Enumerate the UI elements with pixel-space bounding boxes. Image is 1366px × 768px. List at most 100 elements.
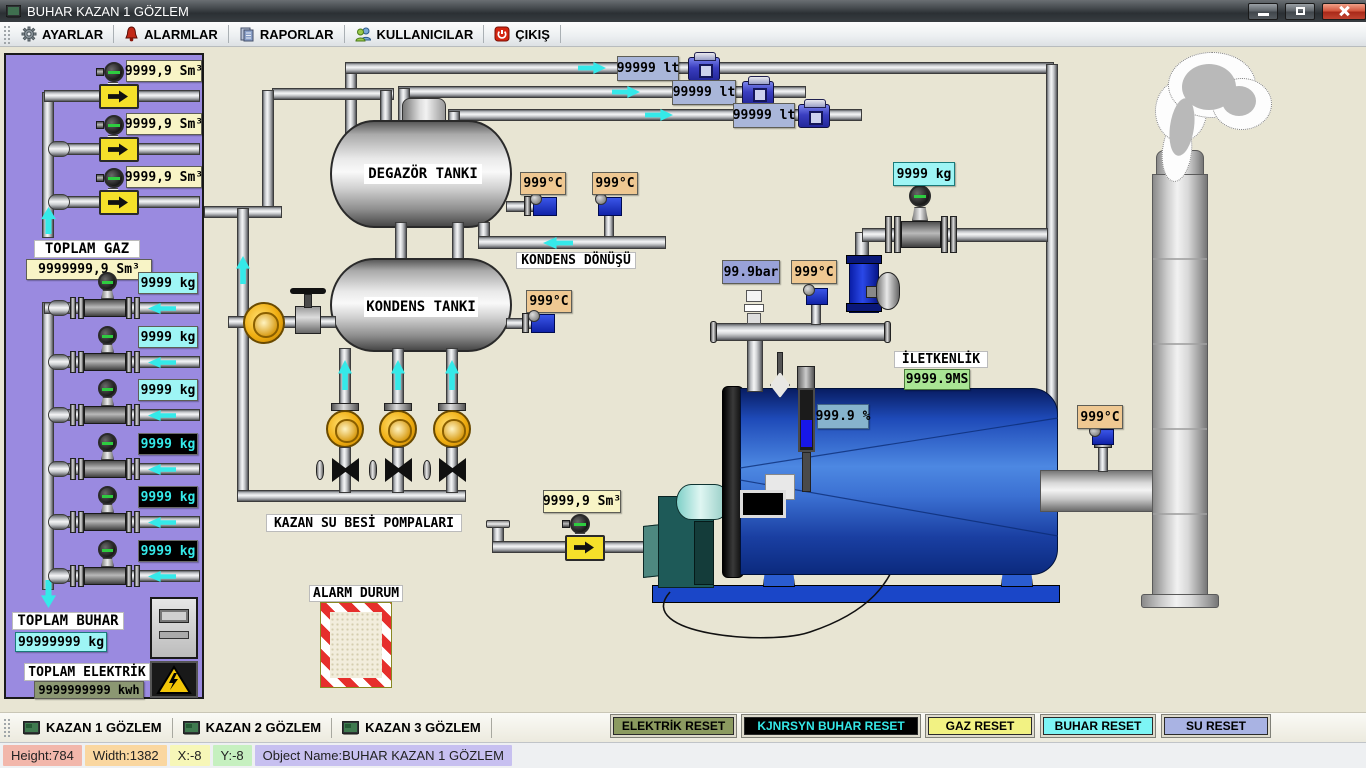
gas-meter-connector xyxy=(96,68,104,76)
status-object-name: Object Name:BUHAR KAZAN 1 GÖZLEM xyxy=(255,745,512,766)
toplam-gaz-label: TOPLAM GAZ xyxy=(34,240,140,258)
screen-icon xyxy=(23,721,40,735)
header-cap xyxy=(710,321,717,343)
water-flow-value: 99999 lt xyxy=(617,56,679,81)
tab-label: KAZAN 3 GÖZLEM xyxy=(365,720,481,735)
steam-flow-meter xyxy=(901,221,941,248)
water-meter xyxy=(742,81,774,105)
burner-window xyxy=(740,490,786,518)
elektrik-reset-button[interactable]: ELEKTRİK RESET xyxy=(610,714,737,738)
menu-item-kullanicilar[interactable]: KULLANICILAR xyxy=(347,24,482,44)
flue-duct xyxy=(1040,470,1154,512)
pipe xyxy=(42,302,54,590)
scada-screen: BUHAR KAZAN 1 GÖZLEM AYARLAR ALARMLAR RA… xyxy=(0,0,1366,768)
gas-meter-gauge xyxy=(570,514,590,534)
window-title: BUHAR KAZAN 1 GÖZLEM xyxy=(27,4,189,19)
alarm-status-frame xyxy=(320,602,392,688)
valve-handwheel xyxy=(316,460,324,480)
close-button[interactable] xyxy=(1322,3,1366,20)
su-reset-button[interactable]: SU RESET xyxy=(1161,714,1271,738)
pipe xyxy=(395,222,407,262)
valve-handle xyxy=(290,288,326,294)
buhar-reset-button[interactable]: BUHAR RESET xyxy=(1040,714,1156,738)
tab-kazan-2-gozlem[interactable]: KAZAN 2 GÖZLEM xyxy=(173,716,332,740)
level-gauge-fill xyxy=(801,420,812,447)
menu-bar: AYARLAR ALARMLAR RAPORLAR KULLANICILAR Ç… xyxy=(0,22,1366,47)
pipe xyxy=(452,222,464,262)
maximize-button[interactable] xyxy=(1285,3,1315,20)
pipe xyxy=(604,214,614,238)
status-height: Height:784 xyxy=(3,745,82,766)
valve-handwheel xyxy=(423,460,431,480)
steam-pressure-value: 99.9bar xyxy=(722,260,780,284)
kondens-pump xyxy=(243,302,285,344)
level-gauge-tube xyxy=(798,388,815,452)
menu-item-alarmlar[interactable]: ALARMLAR xyxy=(116,24,226,44)
gate-valve xyxy=(295,306,321,334)
valve-flange xyxy=(846,255,882,264)
water-level-value: 999.9 % xyxy=(817,404,869,429)
valve-flange xyxy=(846,303,882,312)
tab-kazan-1-gozlem[interactable]: KAZAN 1 GÖZLEM xyxy=(13,716,172,740)
gas-meter-gauge xyxy=(104,115,124,135)
header-temp-value: 999°C xyxy=(791,260,837,284)
gas-flow-value: 9999,9 Sm³ xyxy=(126,166,202,188)
gaz-reset-button[interactable]: GAZ RESET xyxy=(925,714,1035,738)
feed-pump xyxy=(326,410,364,448)
chimney-body xyxy=(1152,174,1208,598)
flue-temp-value: 999°C xyxy=(1077,405,1123,429)
gear-icon xyxy=(21,26,37,42)
temperature-sensor xyxy=(531,314,555,333)
maximize-icon xyxy=(1296,7,1305,15)
alarm-durum-label: ALARM DURUM xyxy=(309,585,403,602)
pipe xyxy=(811,303,821,325)
temperature-sensor xyxy=(533,197,557,216)
gas-meter-connector xyxy=(96,174,104,182)
burner-gas-flow-value: 9999,9 Sm³ xyxy=(543,490,621,513)
toolbar-grip xyxy=(3,718,10,737)
tab-label: KAZAN 2 GÖZLEM xyxy=(206,720,322,735)
menu-item-ayarlar[interactable]: AYARLAR xyxy=(13,24,111,44)
toplam-elektrik-label: TOPLAM ELEKTRİK xyxy=(24,663,150,681)
menu-label: AYARLAR xyxy=(42,27,103,42)
menu-item-cikis[interactable]: ÇIKIŞ xyxy=(486,24,558,44)
steam-flow-value: 9999 kg xyxy=(138,379,198,401)
chimney-ring xyxy=(1153,428,1207,430)
minimize-button[interactable] xyxy=(1248,3,1278,20)
pipe xyxy=(237,490,466,502)
steam-flow-value: 9999 kg xyxy=(138,540,198,562)
pressure-sensor-stem xyxy=(747,313,761,324)
flange xyxy=(894,216,901,253)
pressure-sensor-body xyxy=(744,304,764,312)
temperature-sensor xyxy=(598,197,622,216)
degazor-temp-value: 999°C xyxy=(520,172,566,195)
menu-item-raporlar[interactable]: RAPORLAR xyxy=(231,24,342,44)
flange xyxy=(885,216,892,253)
valve-stem xyxy=(304,294,312,308)
gas-meter-gauge xyxy=(104,62,124,82)
status-y: Y:-8 xyxy=(213,745,252,766)
feed-pump xyxy=(433,410,471,448)
toplam-buhar-value: 99999999 kg xyxy=(15,632,107,652)
tab-label: KAZAN 1 GÖZLEM xyxy=(46,720,162,735)
menu-separator xyxy=(228,25,229,43)
steam-flow-value: 9999 kg xyxy=(138,486,198,508)
kjnrsyn-buhar-reset-button[interactable]: KJNRSYN BUHAR RESET xyxy=(741,714,921,738)
chimney-ring xyxy=(1153,513,1207,515)
close-icon xyxy=(1338,5,1350,17)
pipe xyxy=(747,340,763,392)
pipe xyxy=(272,88,394,100)
valve-handwheel xyxy=(876,272,900,310)
meter-neck xyxy=(912,207,928,221)
temperature-sensor xyxy=(806,288,828,305)
degazor-temp2-value: 999°C xyxy=(592,172,638,195)
pipe-branch xyxy=(48,141,70,157)
status-width: Width:1382 xyxy=(85,745,167,766)
kondens-donusu-label: KONDENS DÖNÜŞÜ xyxy=(516,252,636,269)
menu-separator xyxy=(483,25,484,43)
menu-separator xyxy=(344,25,345,43)
tab-kazan-3-gozlem[interactable]: KAZAN 3 GÖZLEM xyxy=(332,716,491,740)
pipe-branch xyxy=(48,194,70,210)
steam-meter-gauge xyxy=(909,185,931,207)
pipe xyxy=(715,323,887,341)
